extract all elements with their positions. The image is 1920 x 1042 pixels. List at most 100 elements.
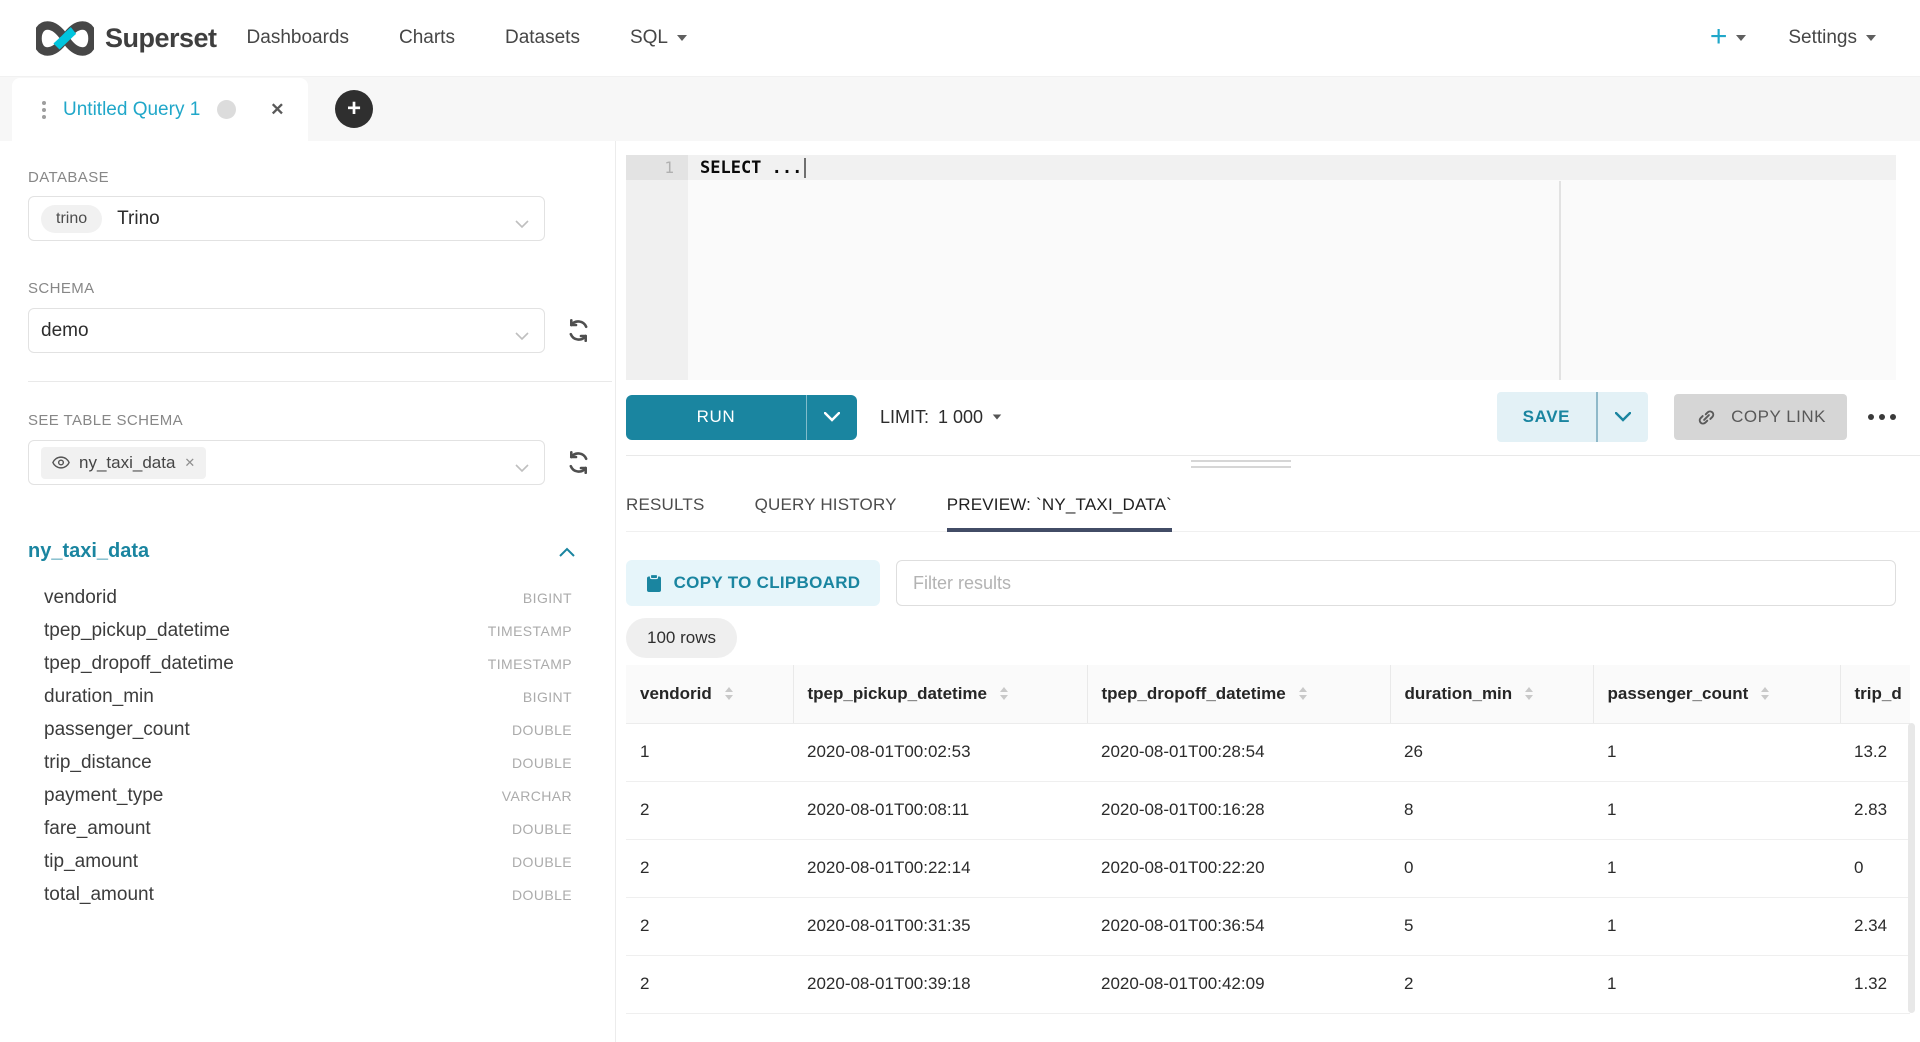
table-row: 2 2020-08-01T00:22:14 2020-08-01T00:22:2… — [626, 839, 1910, 897]
column-row: tpep_dropoff_datetimeTIMESTAMP — [28, 647, 572, 680]
table-row: 2 2020-08-01T00:08:11 2020-08-01T00:16:2… — [626, 781, 1910, 839]
sort-icon — [1299, 687, 1307, 700]
nav-sql-menu[interactable]: SQL — [630, 27, 687, 49]
database-select[interactable]: trino Trino — [28, 196, 545, 241]
line-number: 1 — [626, 155, 688, 180]
query-status-dot — [217, 100, 236, 119]
sort-icon — [1525, 687, 1533, 700]
table-row: 1 2020-08-01T00:02:53 2020-08-01T00:28:5… — [626, 723, 1910, 781]
eye-icon — [52, 456, 70, 469]
header-tpep-dropoff-datetime[interactable]: tpep_dropoff_datetime — [1087, 665, 1390, 723]
remove-table-icon[interactable]: ✕ — [184, 455, 195, 471]
caret-down-icon — [993, 414, 1002, 419]
table-header-row: vendorid tpep_pickup_datetime tpep_dropo… — [626, 665, 1910, 723]
table-schema-select[interactable]: ny_taxi_data ✕ — [28, 440, 545, 485]
selected-table-tag: ny_taxi_data ✕ — [41, 447, 206, 479]
caret-down-icon — [1866, 35, 1876, 41]
print-margin-line — [1559, 181, 1561, 380]
filter-results-input[interactable] — [896, 560, 1896, 606]
query-tab-title: Untitled Query 1 — [63, 99, 200, 121]
column-row: payment_typeVARCHAR — [28, 779, 572, 812]
table-row: 2 2020-08-01T00:31:35 2020-08-01T00:36:5… — [626, 897, 1910, 955]
editor-toolbar: RUN LIMIT: 1 000 SAVE C — [626, 392, 1896, 442]
database-label: DATABASE — [28, 169, 615, 186]
sql-editor[interactable]: 1 SELECT ... — [626, 155, 1896, 380]
chevron-down-icon — [515, 328, 529, 346]
collapse-table-icon[interactable] — [559, 547, 575, 557]
run-button-group: RUN — [626, 395, 857, 440]
column-row: passenger_countDOUBLE — [28, 713, 572, 746]
tab-results[interactable]: RESULTS — [626, 479, 705, 531]
header-duration-min[interactable]: duration_min — [1390, 665, 1593, 723]
link-icon — [1695, 406, 1718, 429]
sort-icon — [1000, 687, 1008, 700]
see-table-schema-label: SEE TABLE SCHEMA — [28, 412, 615, 429]
save-button[interactable]: SAVE — [1497, 392, 1596, 442]
text-cursor — [804, 158, 806, 178]
caret-down-icon — [677, 35, 687, 41]
copy-link-button[interactable]: COPY LINK — [1674, 394, 1847, 440]
run-options-button[interactable] — [806, 395, 857, 440]
query-tab-active[interactable]: Untitled Query 1 ✕ — [12, 78, 308, 141]
results-table: vendorid tpep_pickup_datetime tpep_dropo… — [626, 665, 1910, 1025]
tab-preview-ny-taxi-data[interactable]: PREVIEW: `NY_TAXI_DATA` — [947, 479, 1172, 531]
column-row: total_amountDOUBLE — [28, 878, 572, 911]
results-divider — [626, 455, 1920, 456]
tab-query-history[interactable]: QUERY HISTORY — [755, 479, 897, 531]
header-passenger-count[interactable]: passenger_count — [1593, 665, 1840, 723]
results-tabbar: RESULTS QUERY HISTORY PREVIEW: `NY_TAXI_… — [626, 479, 1920, 532]
schema-select[interactable]: demo — [28, 308, 545, 353]
sqllab-left-panel: DATABASE trino Trino SCHEMA demo S — [0, 141, 616, 1042]
save-button-group: SAVE — [1497, 392, 1648, 442]
column-row: trip_distanceDOUBLE — [28, 746, 572, 779]
brand-name: Superset — [105, 23, 217, 54]
nav-charts[interactable]: Charts — [399, 27, 455, 49]
column-row: fare_amountDOUBLE — [28, 812, 572, 845]
database-engine-badge: trino — [41, 205, 102, 233]
header-tpep-pickup-datetime[interactable]: tpep_pickup_datetime — [793, 665, 1087, 723]
superset-logo[interactable]: Superset — [36, 18, 217, 59]
editor-gutter: 1 — [626, 155, 688, 380]
close-tab-icon[interactable]: ✕ — [270, 100, 284, 120]
column-row: tip_amountDOUBLE — [28, 845, 572, 878]
panel-divider — [28, 381, 612, 382]
new-item-menu[interactable]: + — [1710, 25, 1747, 52]
limit-value: 1 000 — [938, 407, 983, 428]
nav-dashboards[interactable]: Dashboards — [247, 27, 349, 49]
copy-to-clipboard-button[interactable]: COPY TO CLIPBOARD — [626, 560, 880, 606]
sort-icon — [725, 687, 733, 700]
plus-icon: + — [1710, 22, 1728, 52]
save-options-button[interactable] — [1596, 392, 1648, 442]
column-row: tpep_pickup_datetimeTIMESTAMP — [28, 614, 572, 647]
chevron-down-icon — [515, 460, 529, 478]
column-row: vendoridBIGINT — [28, 581, 572, 614]
settings-menu[interactable]: Settings — [1788, 27, 1876, 49]
schema-label: SCHEMA — [28, 280, 615, 297]
table-row: 2 2020-08-01T00:39:18 2020-08-01T00:42:0… — [626, 955, 1910, 1013]
clipboard-icon — [646, 574, 662, 593]
chevron-down-icon — [515, 216, 529, 234]
table-scrollbar[interactable] — [1908, 723, 1915, 1013]
refresh-schema-icon[interactable] — [565, 317, 592, 344]
top-navbar: Superset Dashboards Charts Datasets SQL … — [0, 0, 1920, 77]
table-section-title: ny_taxi_data — [28, 540, 149, 563]
resize-handle[interactable] — [1191, 460, 1291, 472]
header-vendorid[interactable]: vendorid — [626, 665, 793, 723]
editor-active-line — [688, 155, 1896, 180]
nav-datasets[interactable]: Datasets — [505, 27, 580, 49]
drag-handle-icon[interactable] — [42, 101, 46, 119]
refresh-table-icon[interactable] — [565, 449, 592, 476]
column-row: duration_minBIGINT — [28, 680, 572, 713]
sql-code: SELECT ... — [700, 158, 802, 178]
plus-icon: + — [347, 97, 361, 121]
add-tab-button[interactable]: + — [335, 90, 373, 128]
sqllab-main: 1 SELECT ... RUN LIMIT: 1 000 SAVE — [617, 141, 1920, 1042]
row-count-badge: 100 rows — [626, 618, 737, 658]
infinity-logo-icon — [36, 18, 94, 59]
column-list: vendoridBIGINT tpep_pickup_datetimeTIMES… — [28, 581, 572, 911]
limit-dropdown[interactable]: LIMIT: 1 000 — [880, 407, 1002, 428]
caret-down-icon — [1736, 35, 1746, 41]
more-options-icon[interactable] — [1868, 414, 1896, 420]
header-trip-distance[interactable]: trip_d — [1840, 665, 1910, 723]
run-button[interactable]: RUN — [626, 395, 806, 440]
